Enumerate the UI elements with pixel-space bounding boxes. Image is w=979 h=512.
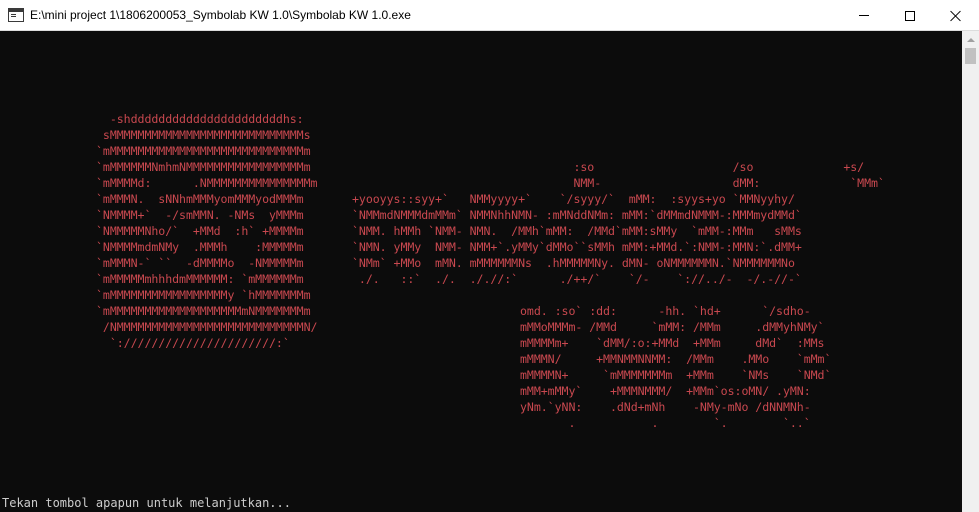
scroll-thumb[interactable]: [965, 48, 976, 64]
maximize-button[interactable]: [887, 0, 933, 31]
arrow-up-icon: [966, 37, 975, 42]
press-any-key-prompt: Tekan tombol apapun untuk melanjutkan...: [2, 496, 291, 510]
maximize-icon: [905, 10, 915, 21]
console-output[interactable]: -shddddddddddddddddddddddhs: sMMMMMMMMMM…: [0, 31, 962, 512]
close-button[interactable]: [933, 0, 979, 31]
scroll-up-button[interactable]: [962, 31, 979, 48]
console-window-icon[interactable]: [8, 8, 24, 22]
ascii-logo-kw-text: omd. :so` :dd: -hh. `hd+ `/sdho- mMMoMMM…: [520, 304, 832, 430]
window-title: E:\mini project 1\1806200053_Symbolab KW…: [30, 8, 411, 22]
vertical-scrollbar[interactable]: [962, 31, 979, 512]
title-bar: E:\mini project 1\1806200053_Symbolab KW…: [0, 0, 979, 31]
minimize-icon: [859, 15, 869, 16]
close-icon: [950, 10, 962, 22]
ascii-logo-symbolab-text: :so /so +s/ NMM- dMM: `MMm` +yooyys::syy…: [352, 160, 885, 286]
minimize-button[interactable]: [841, 0, 887, 31]
ascii-logo-emblem: -shddddddddddddddddddddddhs: sMMMMMMMMMM…: [96, 112, 318, 350]
